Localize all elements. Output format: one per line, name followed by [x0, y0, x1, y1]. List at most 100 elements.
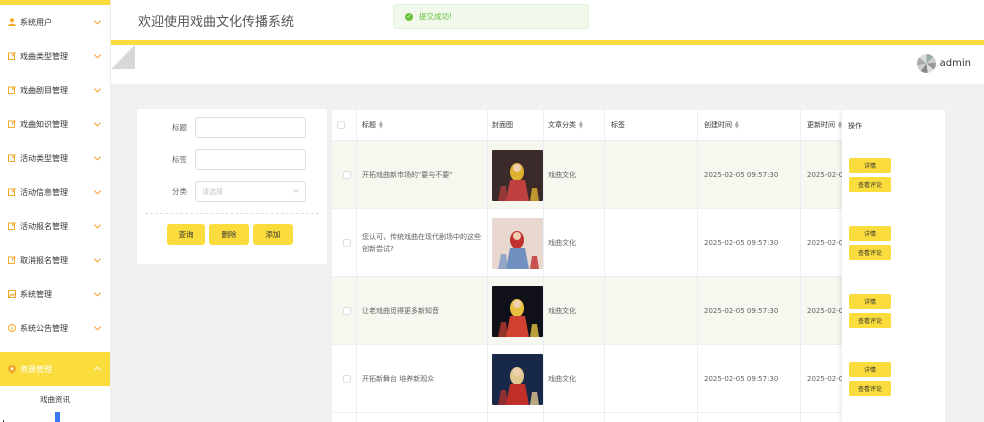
- row-updated-time: 2025-02-05: [807, 239, 842, 247]
- row-title: 开拓新舞台 培养新观众: [362, 375, 435, 383]
- sort-icon: ▲ ▼: [579, 120, 583, 130]
- row-updated-time: 2025-02-05: [807, 307, 842, 315]
- sidebar-item-resource[interactable]: 资源管理: [0, 352, 110, 386]
- chevron-down-icon: [93, 17, 102, 25]
- sidebar-item[interactable]: 戏曲类型管理: [0, 39, 110, 73]
- sort-icon: ▲ ▼: [379, 120, 383, 130]
- cover-image: [492, 209, 543, 277]
- image-icon: [7, 290, 16, 299]
- chevron-down-icon: [93, 51, 102, 59]
- col-title-label: 标题: [362, 121, 376, 129]
- tag-filter-label: 标签: [172, 155, 187, 164]
- sidebar-item-label: 活动类型管理: [20, 153, 68, 163]
- chevron-down-icon: [93, 221, 102, 229]
- chevron-down-icon: [293, 187, 299, 193]
- sidebar-item-label: 系统用户: [20, 17, 52, 27]
- cover-image: [492, 345, 543, 413]
- content-area: 标题 标签 分类 请选择 查询 删除 添加 标题 ▲ ▼ 封面图 文章分类 ▲ …: [111, 84, 984, 422]
- add-button[interactable]: 添加: [253, 224, 293, 245]
- sidebar-item[interactable]: 活动信息管理: [0, 175, 110, 209]
- article-table: 标题 ▲ ▼ 封面图 文章分类 ▲ ▼ 标签 创建时间 ▲ ▼ 更新时间 ▲ ▼ 开拓戏曲新市场…: [332, 110, 945, 422]
- sidebar-item-label: 资源管理: [20, 364, 52, 374]
- row-checkbox[interactable]: [343, 375, 351, 383]
- row-category: 戏曲文化: [548, 171, 576, 179]
- tag-filter-input[interactable]: [195, 149, 306, 170]
- col-cover-label: 封面图: [492, 121, 513, 129]
- category-filter-row: 分类 请选择: [137, 181, 306, 202]
- submenu-item-opera-news[interactable]: 戏曲资讯: [0, 386, 110, 412]
- sidebar-item[interactable]: 活动报名管理: [0, 209, 110, 243]
- sidebar-item[interactable]: 系统公告管理: [0, 311, 110, 345]
- column-divider: [356, 110, 357, 422]
- row-select-cell: [337, 345, 357, 413]
- sidebar-item-label: 戏曲知识管理: [20, 119, 68, 129]
- col-ops-label: 操作: [848, 121, 862, 130]
- sidebar: 系统用户戏曲类型管理 戏曲剧目管理 戏曲知识管理 活动类型管理活动信息管理活动报名管理…: [0, 0, 111, 422]
- chevron-down-icon: [93, 187, 102, 195]
- chevron-down-icon: [93, 119, 102, 127]
- sidebar-item-label: 活动报名管理: [20, 221, 68, 231]
- view-comments-button[interactable]: 查看评论: [849, 381, 891, 396]
- sidebar-item[interactable]: 戏曲知识管理: [0, 107, 110, 141]
- query-button[interactable]: 查询: [167, 224, 205, 245]
- edit-icon: [7, 154, 16, 163]
- view-comments-button[interactable]: 查看评论: [849, 177, 891, 192]
- col-header-title[interactable]: 标题 ▲ ▼: [362, 110, 482, 141]
- view-comments-button[interactable]: 查看评论: [849, 313, 891, 328]
- col-header-category[interactable]: 文章分类 ▲ ▼: [548, 110, 608, 141]
- sidebar-item[interactable]: 活动类型管理: [0, 141, 110, 175]
- user-icon: [7, 18, 16, 27]
- row-title: 开拓戏曲新市场的"要与不要": [362, 171, 453, 179]
- info-icon: [7, 324, 16, 333]
- column-divider: [487, 110, 488, 422]
- row-updated-time: 2025-02-05: [807, 375, 842, 383]
- detail-button[interactable]: 详情: [849, 158, 891, 173]
- title-filter-row: 标题: [137, 117, 306, 138]
- title-filter-label: 标题: [172, 123, 187, 132]
- title-filter-input[interactable]: [195, 117, 306, 138]
- view-comments-button[interactable]: 查看评论: [849, 245, 891, 260]
- row-checkbox[interactable]: [343, 171, 351, 179]
- select-all-checkbox[interactable]: [337, 121, 345, 129]
- detail-button[interactable]: 详情: [849, 362, 891, 377]
- row-updated-time: 2025-02-05: [807, 171, 842, 179]
- column-divider: [697, 110, 698, 422]
- form-divider: [145, 213, 319, 214]
- row-select-cell: [337, 209, 357, 277]
- detail-button[interactable]: 详情: [849, 226, 891, 241]
- sidebar-item[interactable]: 取消报名管理: [0, 243, 110, 277]
- row-created-time: 2025-02-05 09:57:30: [704, 171, 779, 179]
- category-select[interactable]: 请选择: [195, 181, 306, 202]
- sidebar-item-label: 戏曲类型管理: [20, 51, 68, 61]
- sidebar-item-label: 戏曲剧目管理: [20, 85, 68, 95]
- row-checkbox[interactable]: [343, 239, 351, 247]
- edit-icon: [7, 256, 16, 265]
- sidebar-item[interactable]: 系统管理: [0, 277, 110, 311]
- collapse-toggle-icon[interactable]: [111, 45, 135, 69]
- row-checkbox[interactable]: [343, 307, 351, 315]
- delete-button[interactable]: 删除: [209, 224, 249, 245]
- row-created-time: 2025-02-05 09:57:30: [704, 307, 779, 315]
- search-panel: 标题 标签 分类 请选择 查询 删除 添加: [137, 109, 327, 264]
- location-icon: [7, 364, 16, 374]
- cover-image: [492, 277, 543, 345]
- sidebar-menu: 系统用户戏曲类型管理 戏曲剧目管理 戏曲知识管理 活动类型管理活动信息管理活动报名管理…: [0, 5, 110, 345]
- check-circle-icon: ✓: [405, 12, 413, 21]
- sidebar-item-label: 系统公告管理: [20, 323, 68, 333]
- col-updated-label: 更新时间: [807, 121, 835, 129]
- tag-filter-row: 标签: [137, 149, 306, 170]
- category-select-placeholder: 请选择: [202, 187, 223, 196]
- col-header-created[interactable]: 创建时间 ▲ ▼: [704, 110, 774, 141]
- sidebar-item[interactable]: 系统用户: [0, 5, 110, 39]
- detail-button[interactable]: 详情: [849, 294, 891, 309]
- user-menu[interactable]: admin: [916, 54, 971, 73]
- scrollbar-thumb[interactable]: [55, 412, 60, 422]
- toast-message: 提交成功!: [419, 12, 453, 21]
- sidebar-item[interactable]: 戏曲剧目管理: [0, 73, 110, 107]
- row-tags: [611, 209, 691, 277]
- sidebar-item-label: 系统管理: [20, 289, 52, 299]
- row-title: 让老戏曲觅得更多新知音: [362, 307, 439, 315]
- select-all-cell: [337, 110, 357, 141]
- subheader: admin: [111, 45, 984, 84]
- row-category: 戏曲文化: [548, 375, 576, 383]
